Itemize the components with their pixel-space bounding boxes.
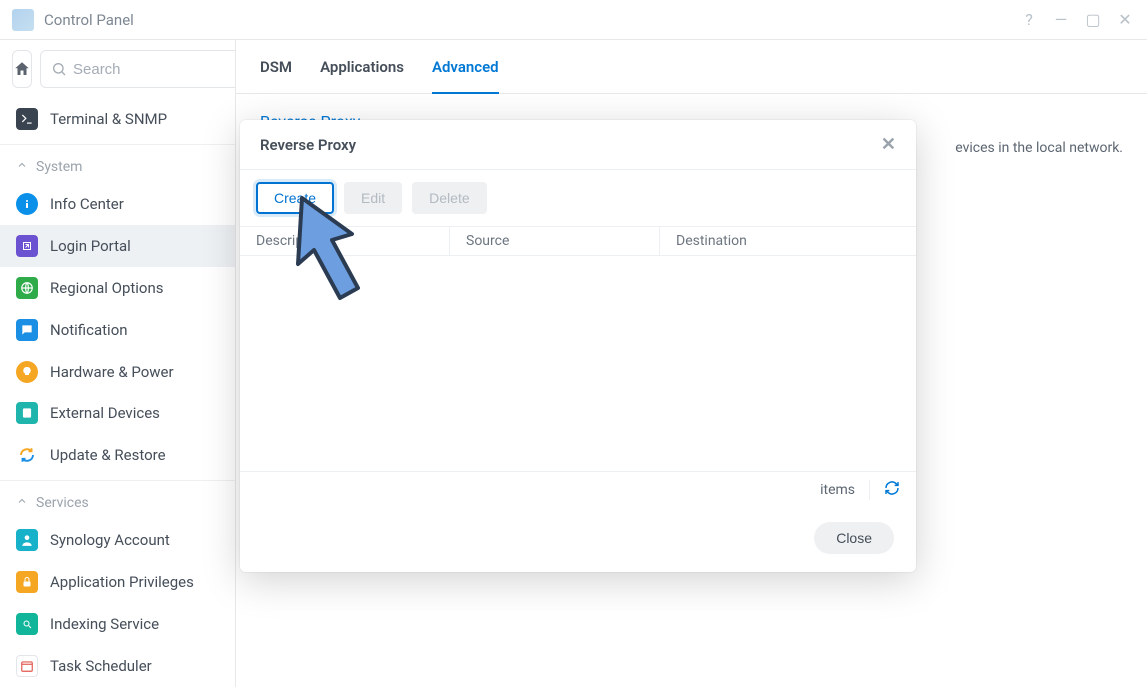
- modal-status-bar: items: [240, 471, 916, 508]
- modal-toolbar: Create Edit Delete: [240, 170, 916, 226]
- sidebar-item-terminal-snmp[interactable]: Terminal & SNMP: [0, 98, 235, 140]
- column-source[interactable]: Source: [450, 227, 660, 255]
- sidebar-item-label: Indexing Service: [50, 615, 159, 633]
- sync-icon: [16, 444, 38, 466]
- sidebar-item-label: Task Scheduler: [50, 657, 152, 675]
- modal-header: Reverse Proxy ✕: [240, 120, 916, 170]
- info-icon: [16, 193, 38, 215]
- sidebar-item-label: Login Portal: [50, 237, 131, 255]
- sidebar: Terminal & SNMP System Info Center Login…: [0, 40, 236, 687]
- maximize-button[interactable]: ▢: [1083, 10, 1103, 29]
- sidebar-item-notification[interactable]: Notification: [0, 309, 235, 351]
- delete-button: Delete: [412, 182, 486, 214]
- reverse-proxy-modal: Reverse Proxy ✕ Create Edit Delete Descr…: [240, 120, 916, 572]
- tab-dsm[interactable]: DSM: [260, 58, 292, 93]
- sidebar-item-update-restore[interactable]: Update & Restore: [0, 434, 235, 476]
- refresh-icon: [884, 480, 900, 496]
- modal-close-button[interactable]: ✕: [881, 134, 896, 155]
- refresh-button[interactable]: [869, 480, 900, 500]
- sidebar-item-external-devices[interactable]: External Devices: [0, 393, 235, 435]
- close-window-button[interactable]: ✕: [1115, 10, 1135, 29]
- sidebar-item-regional-options[interactable]: Regional Options: [0, 267, 235, 309]
- tab-applications[interactable]: Applications: [320, 58, 404, 93]
- search-input[interactable]: [73, 61, 236, 78]
- app-icon: [12, 9, 34, 31]
- minimize-button[interactable]: —: [1051, 10, 1071, 29]
- create-button[interactable]: Create: [256, 182, 334, 214]
- search-input-wrapper[interactable]: [40, 50, 236, 88]
- close-button[interactable]: Close: [814, 522, 894, 554]
- sidebar-item-indexing-service[interactable]: Indexing Service: [0, 603, 235, 645]
- edit-button: Edit: [344, 182, 402, 214]
- column-destination[interactable]: Destination: [660, 227, 916, 255]
- sidebar-item-label: Hardware & Power: [50, 363, 174, 381]
- search-icon: [51, 61, 67, 77]
- globe-icon: [16, 277, 38, 299]
- search-square-icon: [16, 613, 38, 635]
- bulb-icon: [16, 361, 38, 383]
- arrow-square-icon: [16, 235, 38, 257]
- calendar-icon: [16, 655, 38, 677]
- table-body: [240, 256, 916, 471]
- sidebar-item-label: Regional Options: [50, 279, 164, 297]
- table-header: Description Source Destination: [240, 226, 916, 256]
- sidebar-item-label: Update & Restore: [50, 446, 166, 464]
- tabs: DSM Applications Advanced: [236, 40, 1147, 94]
- sidebar-item-task-scheduler[interactable]: Task Scheduler: [0, 645, 235, 687]
- sidebar-item-login-portal[interactable]: Login Portal: [0, 225, 235, 267]
- user-icon: [16, 529, 38, 551]
- tab-advanced[interactable]: Advanced: [432, 58, 499, 94]
- home-button[interactable]: [12, 50, 32, 88]
- sidebar-item-synology-account[interactable]: Synology Account: [0, 519, 235, 561]
- window-title: Control Panel: [44, 11, 134, 29]
- titlebar: Control Panel ? — ▢ ✕: [0, 0, 1147, 40]
- column-description[interactable]: Description: [240, 227, 450, 255]
- modal-footer: Close: [240, 508, 916, 572]
- terminal-icon: [16, 108, 38, 130]
- device-icon: [16, 402, 38, 424]
- chevron-up-icon: [16, 495, 28, 511]
- modal-title: Reverse Proxy: [260, 136, 356, 154]
- home-icon: [13, 60, 31, 78]
- items-count: items: [820, 482, 855, 498]
- sidebar-item-label: External Devices: [50, 404, 160, 422]
- sidebar-item-label: Synology Account: [50, 531, 170, 549]
- sidebar-item-application-privileges[interactable]: Application Privileges: [0, 561, 235, 603]
- sidebar-item-label: Notification: [50, 321, 128, 339]
- help-button[interactable]: ?: [1019, 10, 1039, 29]
- message-icon: [16, 319, 38, 341]
- sidebar-item-label: Info Center: [50, 195, 124, 213]
- sidebar-item-hardware-power[interactable]: Hardware & Power: [0, 351, 235, 393]
- sidebar-item-label: Application Privileges: [50, 573, 194, 591]
- chevron-up-icon: [16, 159, 28, 175]
- sidebar-group-services[interactable]: Services: [0, 480, 235, 519]
- sidebar-item-label: Terminal & SNMP: [50, 110, 167, 128]
- sidebar-group-system[interactable]: System: [0, 144, 235, 183]
- lock-icon: [16, 571, 38, 593]
- sidebar-item-info-center[interactable]: Info Center: [0, 183, 235, 225]
